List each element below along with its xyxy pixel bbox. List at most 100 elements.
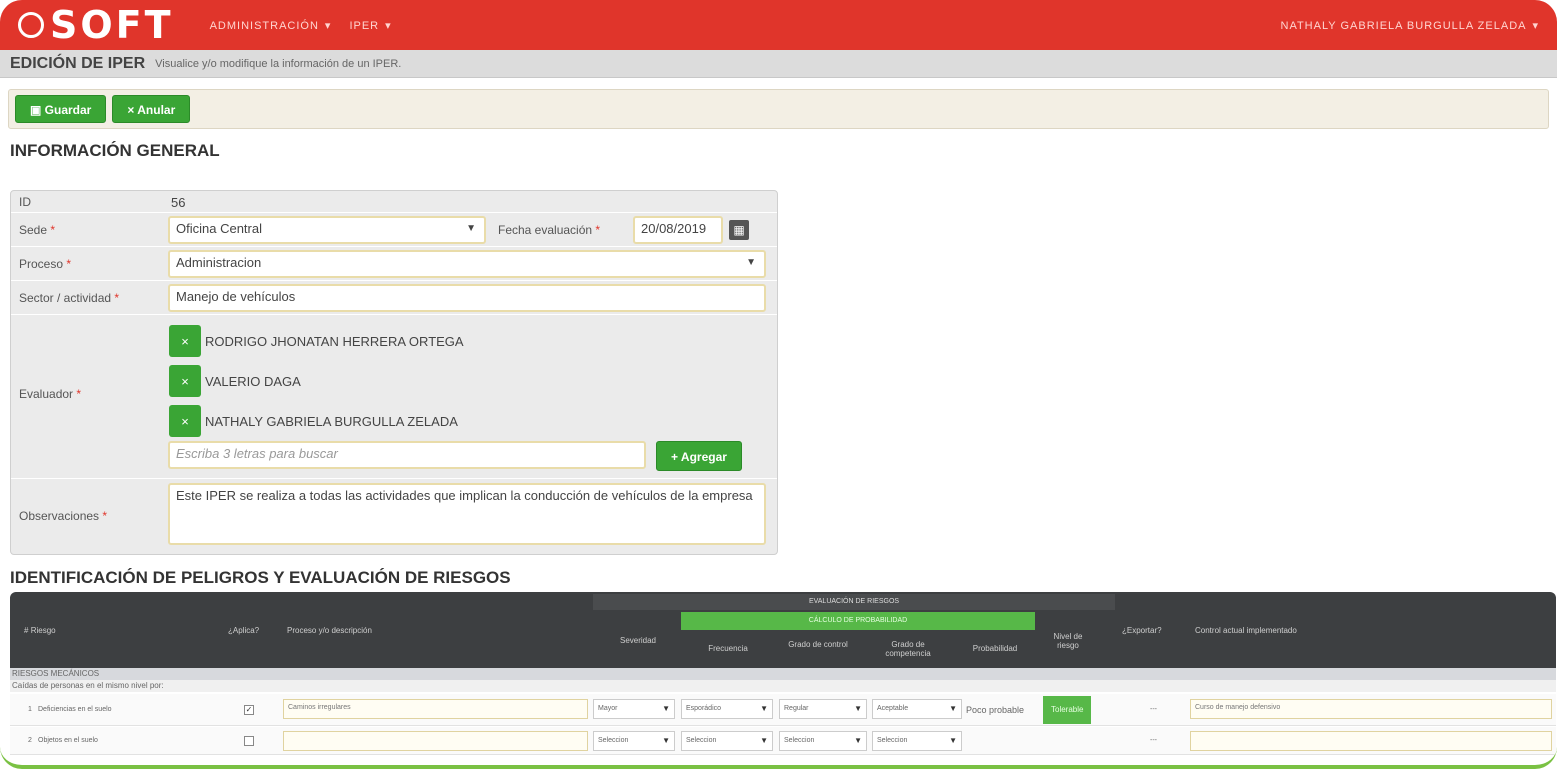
table-row: 2 Objetos en el suelo Seleccion ▼ Selecci… <box>10 727 1556 755</box>
required-mark: * <box>595 223 601 237</box>
grado-control-value: Seleccion <box>784 737 815 744</box>
severidad-select[interactable]: Mayor ▼ <box>593 699 675 719</box>
cancel-button[interactable]: × Anular <box>112 95 191 123</box>
row-observaciones: Observaciones * Este IPER se realiza a t… <box>11 479 777 555</box>
fecha-input[interactable]: 20/08/2019 <box>633 216 723 244</box>
evaluador-label-text: Evaluador <box>19 387 74 401</box>
frecuencia-select[interactable]: Seleccion ▼ <box>681 731 773 751</box>
search-placeholder: Escriba 3 letras para buscar <box>176 446 338 461</box>
header-severidad: Severidad <box>619 636 657 645</box>
observaciones-textarea[interactable]: Este IPER se realiza a todas las activid… <box>168 483 766 545</box>
evaluador-item: × RODRIGO JHONATAN HERRERA ORTEGA <box>169 325 464 357</box>
header-exportar: ¿Exportar? <box>1122 626 1162 635</box>
subgroup-row: Caídas de personas en el mismo nivel por… <box>10 680 1556 692</box>
table-header: EVALUACIÓN DE RIESGOS CÁLCULO DE PROBABI… <box>10 592 1556 668</box>
header-frecuencia: Frecuencia <box>708 644 748 653</box>
header-nivel: Nivel de riesgo <box>1053 632 1083 650</box>
evaluador-name: VALERIO DAGA <box>205 373 301 389</box>
descripcion-input[interactable] <box>283 731 588 751</box>
proceso-label: Proceso * <box>19 257 71 271</box>
grado-competencia-select[interactable]: Seleccion ▼ <box>872 731 962 751</box>
section-title-general: INFORMACIÓN GENERAL <box>10 141 220 160</box>
row-num: 2 <box>28 737 32 744</box>
add-evaluador-button[interactable]: + Agregar <box>656 441 742 471</box>
chevron-down-icon: ▼ <box>662 704 670 713</box>
frecuencia-value: Esporádico <box>686 705 722 712</box>
general-info-panel: ID 56 Sede * Oficina Central ▼ Fecha eval… <box>10 190 778 555</box>
add-button-label: Agregar <box>680 450 727 464</box>
descripcion-input[interactable]: Caminos irregulares <box>283 699 588 719</box>
nav-administracion[interactable]: ADMINISTRACIÓN ▾ <box>210 19 332 32</box>
evaluador-name: NATHALY GABRIELA BURGULLA ZELADA <box>205 413 458 429</box>
nav-iper[interactable]: IPER ▾ <box>349 19 391 32</box>
plus-icon: + <box>671 450 681 464</box>
remove-evaluador-button[interactable]: × <box>169 325 201 357</box>
severidad-select[interactable]: Seleccion ▼ <box>593 731 675 751</box>
evaluador-label: Evaluador * <box>19 387 81 401</box>
exportar-value[interactable]: --- <box>1150 737 1157 744</box>
proceso-value: Administracion <box>176 255 262 270</box>
proceso-select[interactable]: Administracion ▼ <box>168 250 766 278</box>
row-num: 1 <box>28 706 32 713</box>
chevron-down-icon: ▼ <box>662 736 670 745</box>
obs-label-text: Observaciones <box>19 509 100 523</box>
calendar-icon[interactable]: ▦ <box>729 220 749 240</box>
sector-value: Manejo de vehículos <box>176 289 296 304</box>
chevron-down-icon: ▾ <box>385 19 392 32</box>
group-row: RIESGOS MECÁNICOS <box>10 668 1556 680</box>
exportar-value[interactable]: --- <box>1150 706 1157 713</box>
remove-evaluador-button[interactable]: × <box>169 365 201 397</box>
header-calculo: CÁLCULO DE PROBABILIDAD <box>681 612 1035 630</box>
obs-value: Este IPER se realiza a todas las activid… <box>176 488 753 503</box>
save-icon: ▣ <box>30 103 45 117</box>
logo-ring-icon <box>18 12 44 38</box>
user-menu[interactable]: NATHALY GABRIELA BURGULLA ZELADA ▾ <box>1281 19 1540 32</box>
sede-value: Oficina Central <box>176 221 262 236</box>
grado-control-value: Regular <box>784 705 809 712</box>
sector-input[interactable]: Manejo de vehículos <box>168 284 766 312</box>
top-navbar: SOFT ADMINISTRACIÓN ▾ IPER ▾ NATHALY GABRI… <box>0 0 1557 50</box>
header-riesgo: Riesgo <box>30 626 56 635</box>
severidad-value: Mayor <box>598 705 618 712</box>
fecha-label: Fecha evaluación * <box>498 223 600 237</box>
id-label: ID <box>19 195 31 209</box>
grado-competencia-value: Seleccion <box>877 737 908 744</box>
aplica-checkbox[interactable]: ✓ <box>244 705 254 715</box>
logo: SOFT <box>18 3 174 47</box>
row-riesgo: Deficiencias en el suelo <box>38 706 112 713</box>
nivel-riesgo-badge: Tolerable <box>1043 696 1092 724</box>
app-window: SOFT ADMINISTRACIÓN ▾ IPER ▾ NATHALY GABRI… <box>0 0 1557 769</box>
grado-control-select[interactable]: Seleccion ▼ <box>779 731 867 751</box>
control-input[interactable]: Curso de manejo defensivo <box>1190 699 1552 719</box>
evaluador-item: × NATHALY GABRIELA BURGULLA ZELADA <box>169 405 458 437</box>
riesgos-table: EVALUACIÓN DE RIESGOS CÁLCULO DE PROBABI… <box>10 592 1556 765</box>
aplica-checkbox[interactable] <box>244 736 254 746</box>
row-evaluador: Evaluador * × RODRIGO JHONATAN HERRERA OR… <box>11 315 777 479</box>
fecha-label-text: Fecha evaluación <box>498 223 593 237</box>
chevron-down-icon: ▼ <box>854 736 862 745</box>
grado-competencia-select[interactable]: Aceptable ▼ <box>872 699 962 719</box>
action-toolbar: ▣ Guardar × Anular <box>8 89 1549 129</box>
grado-control-select[interactable]: Regular ▼ <box>779 699 867 719</box>
chevron-down-icon: ▼ <box>466 223 476 234</box>
row-sector: Sector / actividad * Manejo de vehículos <box>11 281 777 315</box>
page-header: EDICIÓN DE IPER Visualice y/o modifique … <box>0 50 1557 78</box>
chevron-down-icon: ▼ <box>746 257 756 268</box>
sede-select[interactable]: Oficina Central ▼ <box>168 216 486 244</box>
chevron-down-icon: ▼ <box>854 704 862 713</box>
remove-evaluador-button[interactable]: × <box>169 405 201 437</box>
grado-competencia-value: Aceptable <box>877 705 909 712</box>
chevron-down-icon: ▼ <box>760 704 768 713</box>
save-button-label: Guardar <box>44 103 92 117</box>
header-control: Control actual implementado <box>1195 626 1297 635</box>
proceso-label-text: Proceso <box>19 257 64 271</box>
frecuencia-select[interactable]: Esporádico ▼ <box>681 699 773 719</box>
probabilidad-value: Poco probable <box>966 705 1025 715</box>
row-id: ID 56 <box>11 191 777 213</box>
save-button[interactable]: ▣ Guardar <box>15 95 107 123</box>
required-mark: * <box>114 291 120 305</box>
chevron-down-icon: ▼ <box>949 704 957 713</box>
evaluador-search-input[interactable]: Escriba 3 letras para buscar <box>168 441 646 469</box>
page-title: EDICIÓN DE IPER <box>10 54 146 72</box>
control-input[interactable] <box>1190 731 1552 751</box>
